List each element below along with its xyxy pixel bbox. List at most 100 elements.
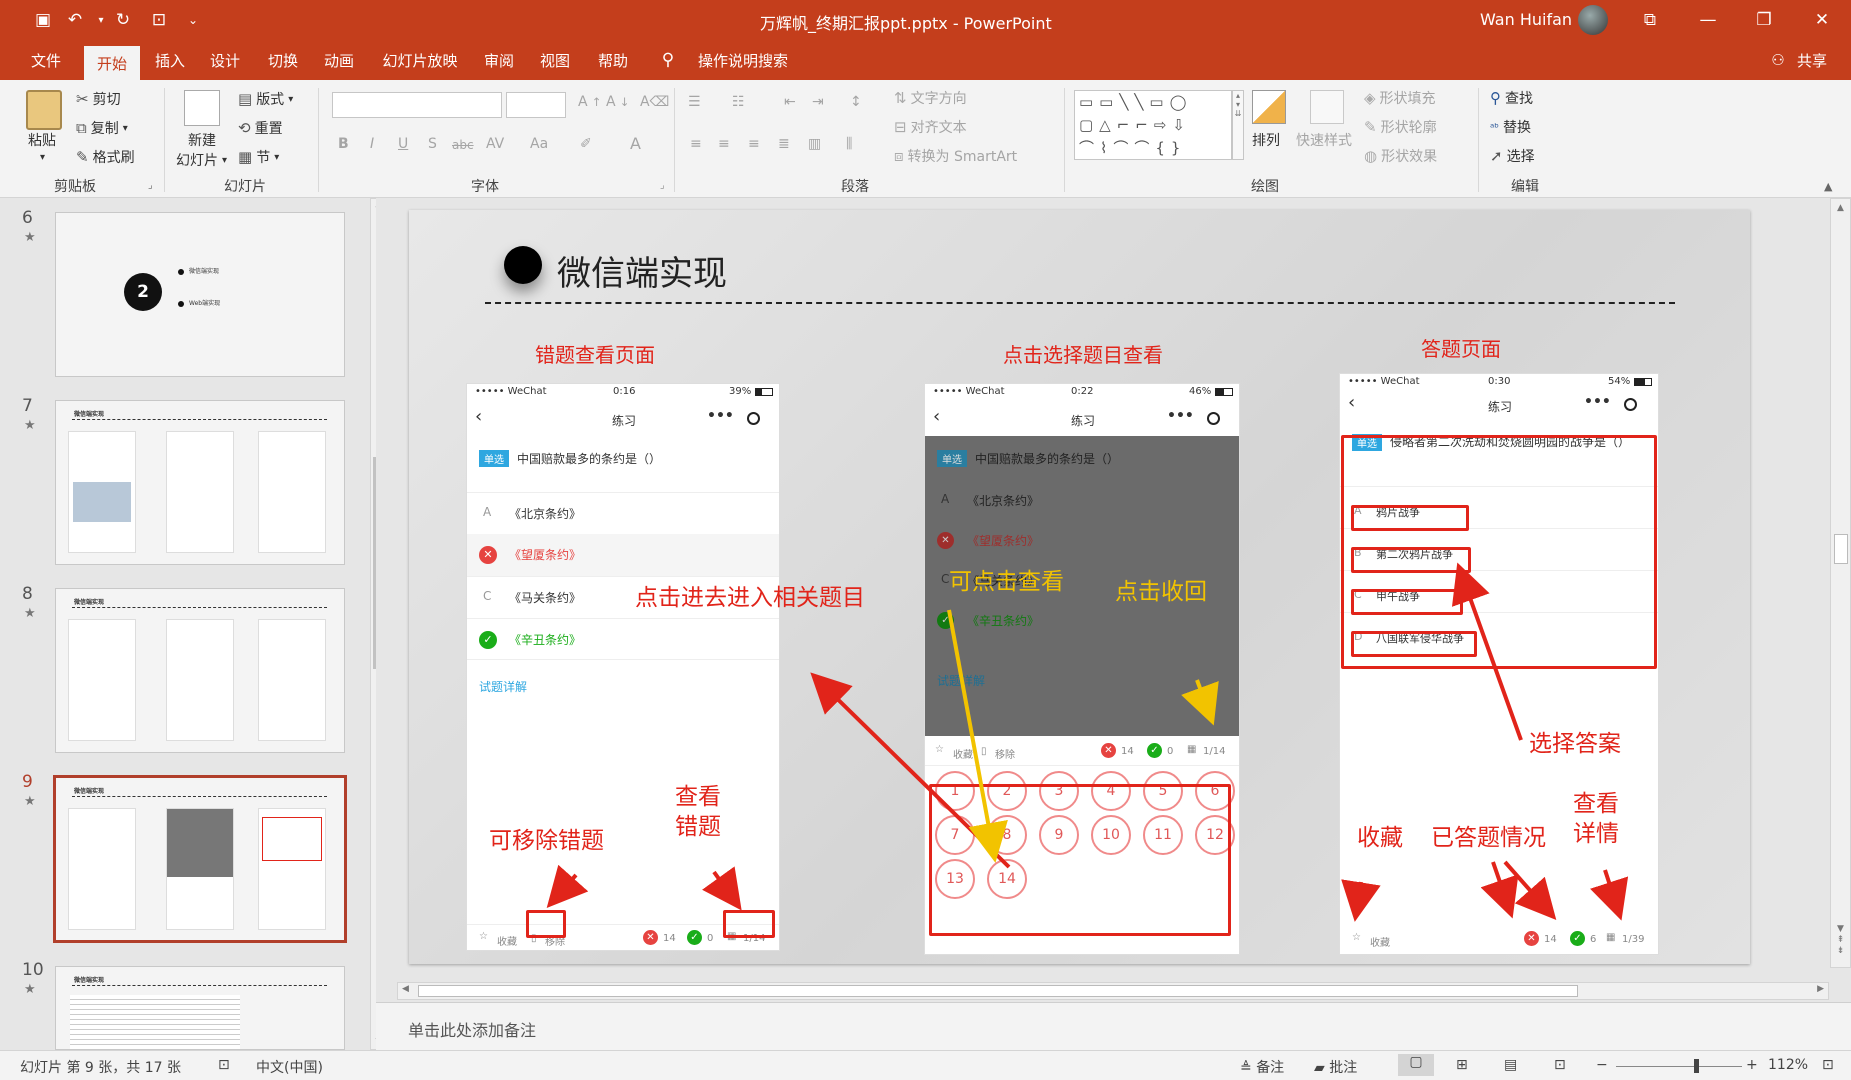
find-button[interactable]: ⚲ 查找: [1490, 88, 1533, 108]
notes-toggle[interactable]: ≜ 备注: [1240, 1057, 1284, 1077]
annotation-view-wrong[interactable]: 查看 错题: [675, 783, 721, 843]
annotation-removable[interactable]: 可移除错题: [489, 827, 604, 857]
zoom-slider-thumb[interactable]: [1694, 1059, 1699, 1073]
slide-counter[interactable]: 幻灯片 第 9 张，共 17 张: [20, 1057, 181, 1077]
annotation-click-view[interactable]: 可点击查看: [949, 568, 1064, 598]
align-left-icon[interactable]: ≡: [690, 136, 702, 152]
tab-review[interactable]: 审阅: [474, 40, 524, 80]
comments-toggle[interactable]: ▰ 批注: [1314, 1057, 1357, 1077]
shapes-gallery[interactable]: ▭▭╲╲▭◯ ▢△⌐⌐⇨⇩ ⌒⌇⌒⌒{}: [1074, 90, 1232, 160]
tab-animations[interactable]: 动画: [314, 40, 364, 80]
arrange-button[interactable]: 排列: [1252, 130, 1280, 150]
paste-button[interactable]: 粘贴: [28, 130, 56, 150]
shadow-button[interactable]: S: [428, 136, 437, 152]
paste-dropdown-icon[interactable]: ▾: [40, 152, 45, 163]
replace-button[interactable]: ᵃᵇ 替换: [1490, 117, 1531, 137]
smartart-button[interactable]: ⧈ 转换为 SmartArt: [894, 146, 1017, 166]
reading-view-icon[interactable]: ▤: [1504, 1057, 1517, 1073]
hscroll-thumb[interactable]: [418, 985, 1578, 997]
clipboard-launcher-icon[interactable]: ⌟: [148, 180, 153, 191]
annotation-favorite[interactable]: 收藏: [1357, 824, 1403, 854]
fit-to-window-icon[interactable]: ⊡: [1822, 1057, 1834, 1073]
slide-scrollbar[interactable]: ▲ ▼ ⇞ ⇟: [1830, 198, 1851, 968]
section-button[interactable]: ▦ 节 ▾: [238, 147, 279, 167]
decrease-indent-icon[interactable]: ⇤: [784, 94, 796, 110]
spell-check-icon[interactable]: ⊡: [218, 1057, 230, 1073]
paste-icon[interactable]: [26, 90, 62, 130]
reset-button[interactable]: ⟲ 重置: [238, 118, 283, 138]
quick-styles-button[interactable]: 快速样式: [1296, 130, 1352, 150]
annotation-answered[interactable]: 已答题情况: [1431, 824, 1546, 854]
save-icon[interactable]: ▣: [30, 8, 56, 32]
slideshow-icon[interactable]: ⊡: [1554, 1057, 1566, 1073]
slide-sorter-icon[interactable]: ⊞: [1456, 1057, 1468, 1073]
tab-design[interactable]: 设计: [200, 40, 250, 80]
shape-fill-button[interactable]: ◈ 形状填充: [1364, 88, 1436, 108]
highlight-icon[interactable]: ✐: [580, 136, 592, 152]
thumbnail-slide-7[interactable]: 微信端实现: [55, 400, 345, 565]
shapes-gallery-scroll[interactable]: ▴ ▾ ⇊: [1232, 90, 1244, 160]
clear-format-icon[interactable]: A⌫: [640, 94, 669, 110]
annotation-click-collapse[interactable]: 点击收回: [1115, 578, 1207, 608]
annotation-choose-answer[interactable]: 选择答案: [1529, 730, 1621, 760]
share-button[interactable]: 共享: [1792, 40, 1832, 80]
justify-icon[interactable]: ≣: [778, 136, 790, 152]
slide-scroll-thumb[interactable]: [1834, 534, 1848, 564]
align-text-button[interactable]: ⊟ 对齐文本: [894, 117, 967, 137]
tab-transitions[interactable]: 切换: [258, 40, 308, 80]
restore-icon[interactable]: ❐: [1736, 0, 1792, 40]
zoom-level[interactable]: 112%: [1768, 1057, 1808, 1073]
thumbnail-slide-10[interactable]: 微信端实现: [55, 966, 345, 1050]
shrink-font-icon[interactable]: A ↓: [606, 94, 629, 110]
font-color-button[interactable]: A: [630, 134, 641, 153]
bold-button[interactable]: B: [338, 136, 349, 152]
tab-help[interactable]: 帮助: [588, 40, 638, 80]
minimize-icon[interactable]: —: [1680, 0, 1736, 40]
avatar[interactable]: [1578, 5, 1608, 35]
thumbnail-slide-9[interactable]: 微信端实现: [53, 775, 347, 943]
normal-view-icon[interactable]: ▢: [1398, 1054, 1434, 1076]
customize-qat-icon[interactable]: ⌄: [180, 8, 206, 32]
shape-outline-button[interactable]: ✎ 形状轮廓: [1364, 117, 1437, 137]
tab-file[interactable]: 文件: [20, 40, 72, 80]
numbering-icon[interactable]: ☷: [732, 94, 745, 110]
scroll-nav-icons[interactable]: ▼ ⇞ ⇟: [1831, 924, 1850, 957]
select-button[interactable]: ➚ 选择: [1490, 146, 1535, 166]
shape-effects-button[interactable]: ◍ 形状效果: [1364, 146, 1437, 166]
slideshow-from-start-icon[interactable]: ⊡: [146, 8, 172, 32]
grow-font-icon[interactable]: A ↑: [578, 94, 601, 110]
arrange-icon[interactable]: [1252, 90, 1286, 124]
align-center-icon[interactable]: ≡: [718, 136, 730, 152]
copy-button[interactable]: ⧉ 复制 ▾: [76, 118, 128, 138]
font-size-combo[interactable]: [506, 92, 566, 118]
columns-icon[interactable]: ⫼: [846, 136, 852, 152]
italic-button[interactable]: I: [370, 136, 374, 152]
zoom-slider[interactable]: [1616, 1059, 1742, 1073]
undo-icon[interactable]: ↶: [62, 8, 88, 32]
language-indicator[interactable]: 中文(中国): [256, 1057, 323, 1077]
new-slide-label-1[interactable]: 新建: [188, 130, 216, 150]
new-slide-icon[interactable]: [184, 90, 220, 126]
cut-button[interactable]: ✂ 剪切: [76, 89, 121, 109]
close-icon[interactable]: ✕: [1794, 0, 1850, 40]
tab-insert[interactable]: 插入: [146, 40, 194, 80]
zoom-in-icon[interactable]: +: [1746, 1057, 1758, 1073]
underline-button[interactable]: U: [398, 136, 408, 152]
align-right-icon[interactable]: ≡: [748, 136, 760, 152]
change-case-button[interactable]: Aa: [530, 136, 548, 152]
zoom-out-icon[interactable]: −: [1596, 1057, 1608, 1073]
increase-indent-icon[interactable]: ⇥: [812, 94, 824, 110]
user-name[interactable]: Wan Huifan: [1480, 10, 1572, 29]
thumbnail-slide-6[interactable]: 2 微信端实现 Web端实现: [55, 212, 345, 377]
collapse-ribbon-icon[interactable]: ▲: [1824, 180, 1832, 193]
layout-button[interactable]: ▤ 版式 ▾: [238, 89, 293, 109]
tab-view[interactable]: 视图: [530, 40, 580, 80]
distributed-icon[interactable]: ▥: [808, 136, 821, 152]
notes-placeholder[interactable]: 单击此处添加备注: [408, 1017, 536, 1041]
line-spacing-icon[interactable]: ↕: [850, 94, 862, 110]
font-launcher-icon[interactable]: ⌟: [660, 180, 665, 191]
notes-pane[interactable]: 单击此处添加备注: [376, 1002, 1851, 1050]
copy-dropdown-icon[interactable]: ▾: [123, 123, 128, 134]
font-family-combo[interactable]: [332, 92, 502, 118]
bullets-icon[interactable]: ☰: [688, 94, 701, 110]
